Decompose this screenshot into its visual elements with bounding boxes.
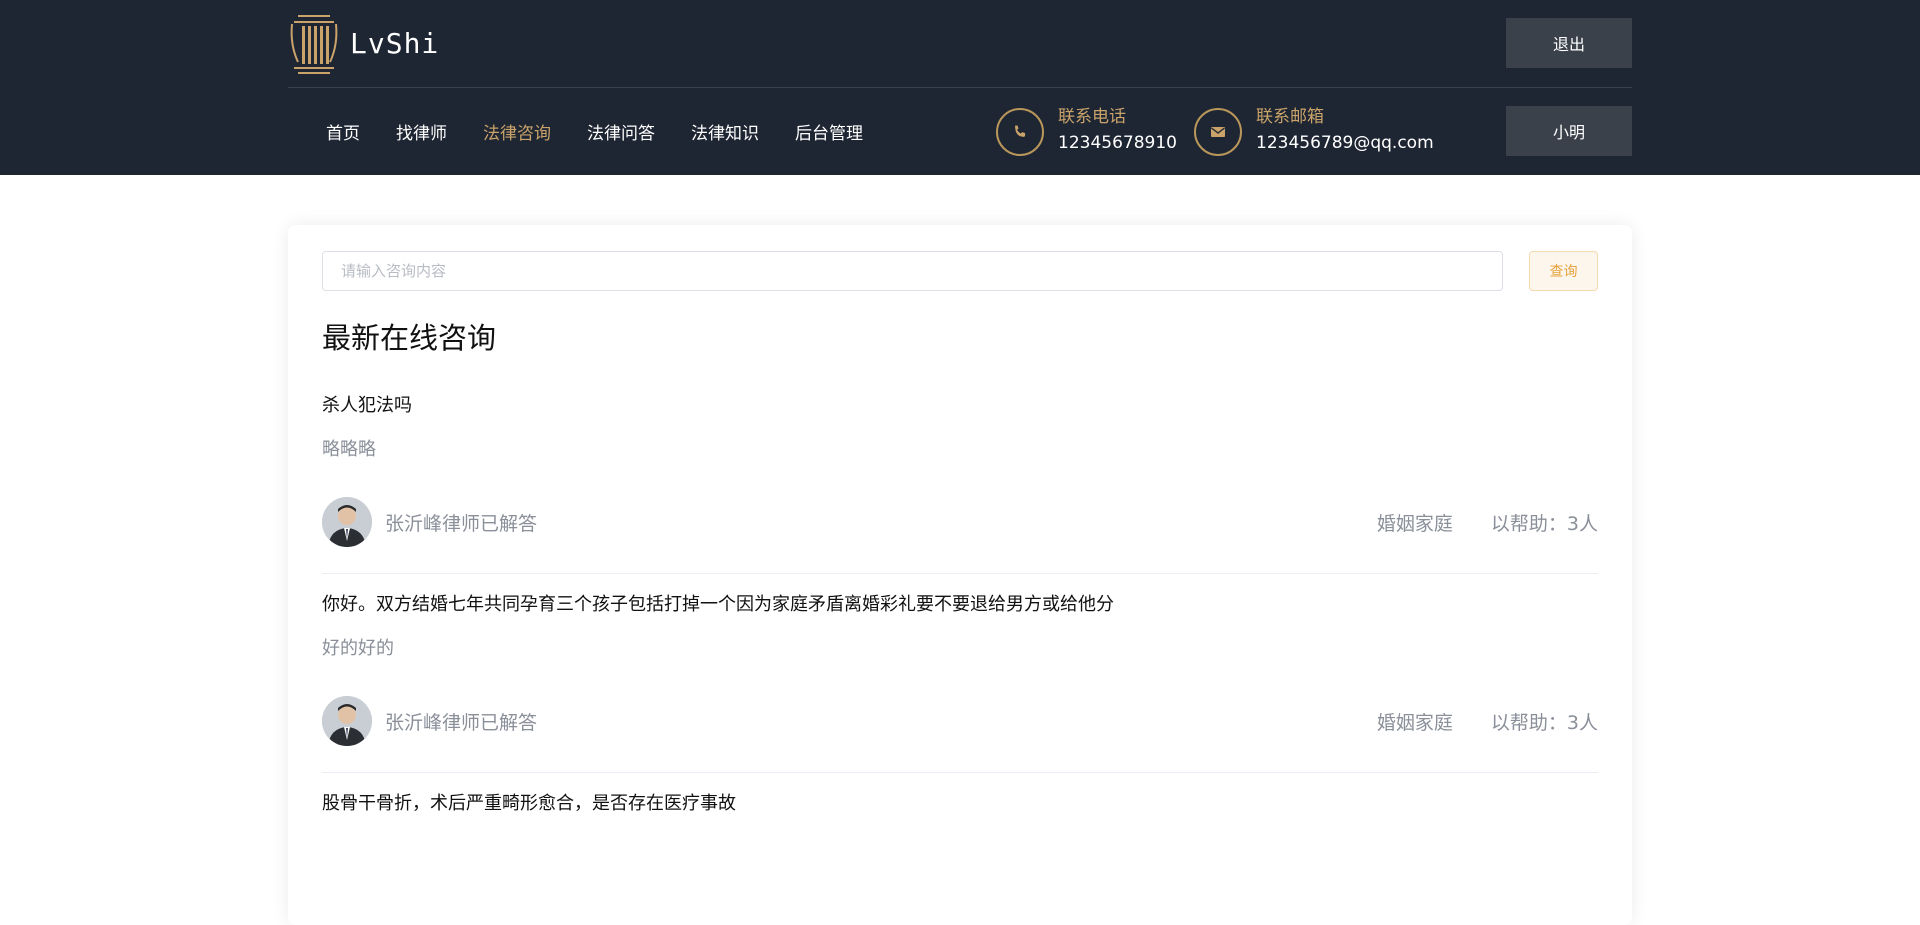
item-meta: 张沂峰律师已解答 婚姻家庭 以帮助：3人 — [322, 696, 1598, 746]
phone-label: 联系电话 — [1058, 107, 1126, 127]
lawyer-answer-label[interactable]: 张沂峰律师已解答 — [385, 708, 537, 735]
nav-find-lawyer[interactable]: 找律师 — [396, 119, 447, 144]
nav-admin[interactable]: 后台管理 — [795, 119, 863, 144]
pillar-logo-icon — [290, 15, 338, 74]
question-text[interactable]: 你好。双方结婚七年共同孕育三个孩子包括打掉一个因为家庭矛盾离婚彩礼要不要退给男方… — [322, 590, 1598, 616]
search-row: 查询 — [322, 251, 1598, 291]
nav-home[interactable]: 首页 — [326, 119, 360, 144]
answer-text: 略略略 — [322, 439, 376, 460]
search-button[interactable]: 查询 — [1529, 251, 1598, 291]
category-label: 婚姻家庭 — [1376, 512, 1453, 535]
helped-count: 以帮助：3人 — [1490, 711, 1598, 734]
lawyer-answer-label[interactable]: 张沂峰律师已解答 — [385, 509, 537, 536]
item-meta: 张沂峰律师已解答 婚姻家庭 以帮助：3人 — [322, 497, 1598, 547]
list-item[interactable]: 你好。双方结婚七年共同孕育三个孩子包括打掉一个因为家庭矛盾离婚彩礼要不要退给男方… — [322, 574, 1598, 773]
contact-phone: 联系电话 12345678910 — [996, 106, 1177, 158]
helped-count: 以帮助：3人 — [1490, 512, 1598, 535]
header-inner: LvShi 退出 首页 找律师 法律咨询 法律问答 法律知识 后台管理 联系电话… — [288, 0, 1632, 175]
site-logo[interactable]: LvShi — [288, 10, 439, 76]
list-item[interactable]: 股骨干骨折，术后严重畸形愈合，是否存在医疗事故 — [322, 773, 1598, 859]
nav-legal-knowledge[interactable]: 法律知识 — [691, 119, 759, 144]
list-item[interactable]: 杀人犯法吗 略略略 张沂峰律师已解答 婚姻家庭 以帮助：3人 — [322, 375, 1598, 574]
consult-card: 查询 最新在线咨询 杀人犯法吗 略略略 张沂峰律师已解答 婚姻家庭 以帮助：3人 — [288, 225, 1632, 925]
avatar[interactable] — [322, 497, 372, 547]
phone-icon — [996, 108, 1044, 156]
question-text[interactable]: 杀人犯法吗 — [322, 391, 1598, 417]
nav-legal-consult[interactable]: 法律咨询 — [483, 119, 551, 144]
logout-button[interactable]: 退出 — [1506, 18, 1632, 68]
search-input[interactable] — [322, 251, 1503, 291]
email-value: 123456789@qq.com — [1256, 133, 1434, 153]
category-label: 婚姻家庭 — [1376, 711, 1453, 734]
site-header: LvShi 退出 首页 找律师 法律咨询 法律问答 法律知识 后台管理 联系电话… — [0, 0, 1920, 175]
user-menu-button[interactable]: 小明 — [1506, 106, 1632, 156]
page-title: 最新在线咨询 — [322, 321, 497, 355]
answer-text: 好的好的 — [322, 638, 394, 659]
question-text[interactable]: 股骨干骨折，术后严重畸形愈合，是否存在医疗事故 — [322, 789, 1598, 815]
nav-legal-qa[interactable]: 法律问答 — [587, 119, 655, 144]
avatar[interactable] — [322, 696, 372, 746]
header-top-row: LvShi 退出 — [288, 0, 1632, 88]
phone-value: 12345678910 — [1058, 133, 1177, 153]
brand-name: LvShi — [350, 26, 440, 60]
mail-icon — [1194, 108, 1242, 156]
main-nav: 首页 找律师 法律咨询 法律问答 法律知识 后台管理 — [308, 88, 881, 174]
email-label: 联系邮箱 — [1256, 107, 1324, 127]
contact-email: 联系邮箱 123456789@qq.com — [1194, 106, 1434, 158]
